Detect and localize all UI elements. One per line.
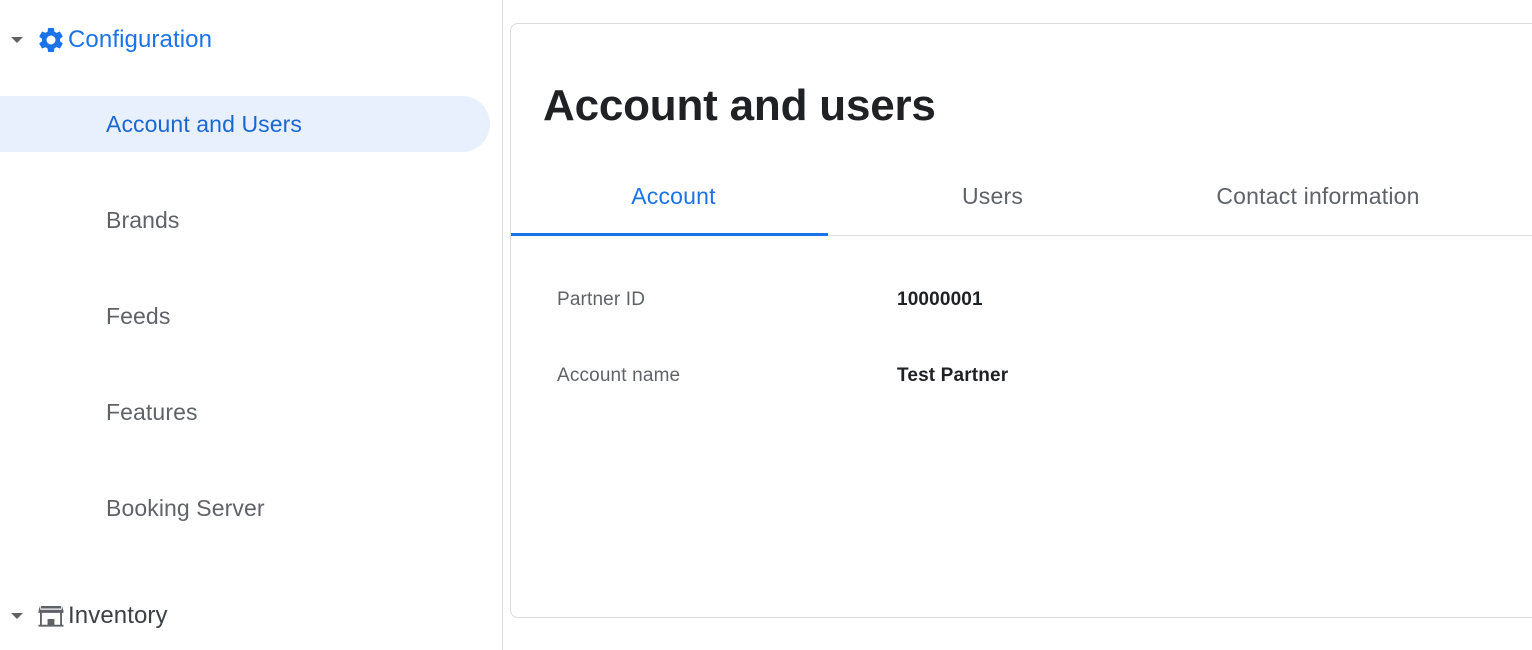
field-row-account-name: Account name Test Partner (511, 332, 1532, 408)
account-card: Account and users Account Users Contact … (510, 23, 1532, 618)
chevron-down-icon[interactable] (0, 613, 34, 619)
sidebar-item-label: Feeds (0, 303, 170, 330)
app-root: Configuration Account and Users Brands F… (0, 0, 1532, 650)
field-value: 10000001 (897, 289, 983, 311)
tab-users[interactable]: Users (832, 160, 1153, 233)
main-content: Account and users Account Users Contact … (503, 0, 1532, 650)
field-row-partner-id: Partner ID 10000001 (511, 256, 1532, 332)
storefront-icon (34, 601, 68, 631)
sidebar-item-booking-server[interactable]: Booking Server (0, 480, 265, 536)
sidebar-item-features[interactable]: Features (0, 384, 198, 440)
sidebar-group-configuration[interactable]: Configuration (0, 18, 502, 62)
active-tab-indicator (511, 233, 828, 236)
tab-account[interactable]: Account (515, 160, 832, 233)
sidebar-item-label: Booking Server (0, 495, 265, 522)
sidebar: Configuration Account and Users Brands F… (0, 0, 503, 650)
account-fields: Partner ID 10000001 Account name Test Pa… (511, 256, 1532, 408)
field-value: Test Partner (897, 365, 1008, 387)
sidebar-item-account-and-users[interactable]: Account and Users (0, 96, 490, 152)
field-label: Partner ID (557, 289, 645, 311)
field-label: Account name (557, 365, 680, 387)
sidebar-item-feeds[interactable]: Feeds (0, 288, 170, 344)
tabs: Account Users Contact information (511, 160, 1532, 236)
sidebar-group-label-inventory: Inventory (68, 604, 168, 628)
sidebar-item-label: Features (0, 399, 198, 426)
page-title: Account and users (543, 82, 936, 130)
sidebar-item-label: Account and Users (0, 111, 302, 138)
sidebar-group-label-configuration: Configuration (68, 28, 212, 52)
chevron-down-icon[interactable] (0, 37, 34, 43)
sidebar-group-inventory[interactable]: Inventory (0, 594, 502, 638)
sidebar-item-brands[interactable]: Brands (0, 192, 179, 248)
gear-icon (34, 25, 68, 55)
sidebar-item-label: Brands (0, 207, 179, 234)
tab-contact-information[interactable]: Contact information (1153, 160, 1483, 233)
